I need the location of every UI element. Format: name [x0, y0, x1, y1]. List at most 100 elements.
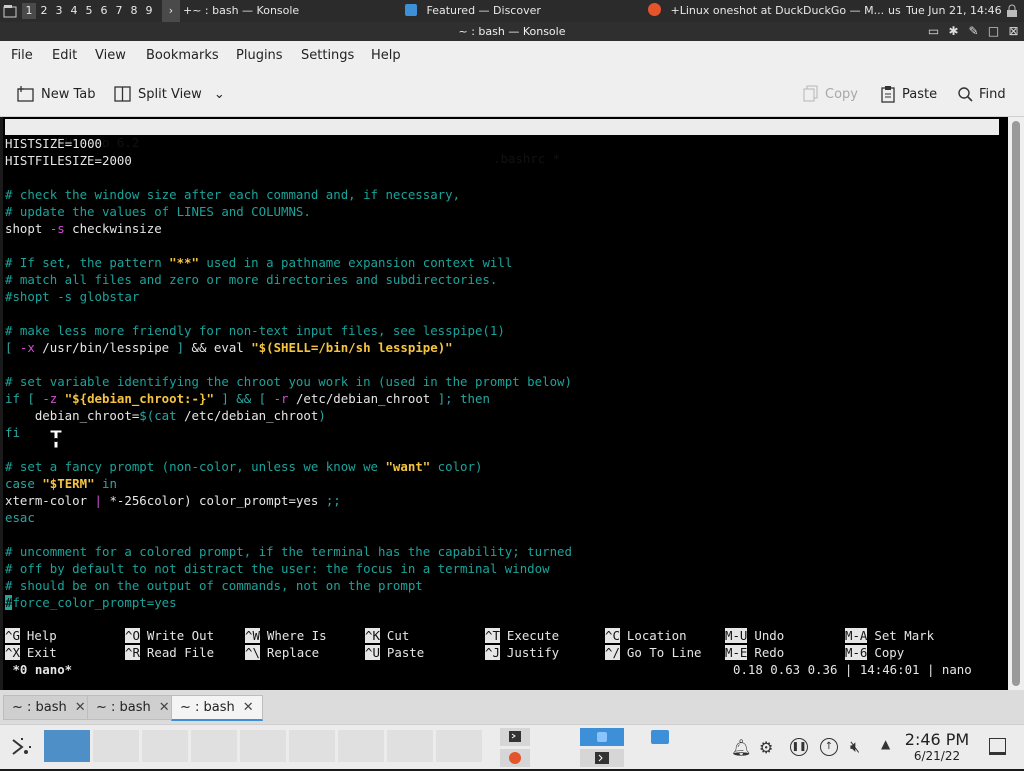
shortcut-label: Location — [626, 628, 687, 643]
task-firefox[interactable]: +Linux oneshot at DuckDuckGo — M... — [648, 0, 883, 22]
code-token: 2000 — [102, 153, 132, 168]
pager-desktop-1[interactable] — [44, 730, 90, 762]
terminal-view[interactable]: GNU nano 6.2 .bashrc * HISTSIZE=1000 HIST… — [3, 117, 1008, 690]
find-button[interactable]: Find — [957, 83, 1006, 105]
shortcut-label: Replace — [266, 645, 320, 660]
konsole-tab[interactable]: ~ : bash ✕ — [3, 695, 95, 720]
konsole-tab[interactable]: ~ : bash ✕ — [87, 695, 179, 720]
close-tab-icon[interactable]: ✕ — [243, 700, 254, 715]
pager-desktop-6[interactable] — [289, 730, 335, 762]
taskbar-clock[interactable]: 2:46 PM 6/21/22 — [900, 731, 974, 764]
shortcut-label: Help — [26, 628, 57, 643]
konsole-tab[interactable]: ~ : bash ✕ — [171, 695, 263, 721]
code-token: HISTSIZE — [5, 136, 65, 151]
code-line: #force_color_prompt=yes — [5, 594, 177, 611]
pager-desktop-5[interactable] — [240, 730, 286, 762]
lock-icon[interactable] — [1005, 0, 1023, 22]
nano-shortcut: ^O Write Out — [125, 627, 214, 644]
workspace-4[interactable]: 4 — [67, 3, 81, 19]
pager-desktop-8[interactable] — [387, 730, 433, 762]
shortcut-key: ^O — [125, 628, 140, 643]
maximize-icon[interactable]: □ — [986, 24, 1001, 39]
menu-view[interactable]: View — [95, 48, 126, 63]
settings-icon[interactable]: ✱ — [946, 24, 961, 39]
copy-label: Copy — [825, 86, 858, 102]
code-line: # match all files and zero or more direc… — [5, 271, 497, 288]
task-discover-icon[interactable] — [580, 728, 624, 746]
application-launcher-icon[interactable] — [9, 734, 35, 764]
chevron-down-icon[interactable]: ⌄ — [214, 87, 225, 102]
menu-help[interactable]: Help — [371, 48, 401, 63]
workspace-7[interactable]: 7 — [112, 3, 126, 19]
pager-desktop-2[interactable] — [93, 730, 139, 762]
code-token: ) color_prompt — [184, 493, 289, 508]
code-token: -s — [49, 221, 65, 236]
code-token: force_color_prompt=yes — [12, 595, 177, 610]
shortcut-key: ^J — [485, 645, 500, 660]
keep-below-icon[interactable]: ▭ — [926, 24, 941, 39]
pin-icon[interactable]: ✎ — [966, 24, 981, 39]
notifications-icon[interactable]: 🔔︎ — [731, 738, 751, 757]
workspace-8[interactable]: 8 — [127, 3, 141, 19]
menu-file[interactable]: File — [11, 48, 33, 63]
pager-desktop-4[interactable] — [191, 730, 237, 762]
window-title: ~ : bash — Konsole — [458, 25, 566, 38]
code-line: # off by default to not distract the use… — [5, 560, 550, 577]
workspace-1[interactable]: 1 — [22, 3, 36, 19]
chevron-right-icon[interactable]: › — [162, 0, 180, 22]
pager-desktop-3[interactable] — [142, 730, 188, 762]
shortcut-label: Where Is — [266, 628, 327, 643]
volume-muted-icon[interactable]: 🔇︎ — [850, 737, 860, 757]
dolphin-icon[interactable] — [651, 730, 669, 744]
keyboard-layout[interactable]: us — [888, 0, 901, 22]
shortcut-key: ^T — [485, 628, 500, 643]
code-token: -r — [273, 391, 289, 406]
close-tab-icon[interactable]: ✕ — [159, 700, 170, 715]
tray-expand-icon[interactable]: ▲ — [881, 737, 890, 751]
split-view-button[interactable]: Split View ⌄ — [114, 83, 225, 105]
paste-button[interactable]: Paste — [880, 83, 937, 105]
menu-icon[interactable] — [3, 0, 21, 22]
task-terminal-icon[interactable] — [580, 749, 624, 767]
task-konsole-icon[interactable] — [500, 728, 530, 746]
tmux-status-right: 0.18 0.63 0.36 | 14:46:01 | nano — [733, 662, 972, 677]
task-discover[interactable]: Featured — Discover — [405, 0, 635, 22]
pager-desktop-9[interactable] — [436, 730, 482, 762]
workspace-3[interactable]: 3 — [52, 3, 66, 19]
workspace-6[interactable]: 6 — [97, 3, 111, 19]
workspace-9[interactable]: 9 — [142, 3, 156, 19]
show-desktop-icon[interactable] — [989, 738, 1006, 755]
nano-shortcut: M-A Set Mark — [845, 627, 934, 644]
workspace-5[interactable]: 5 — [82, 3, 96, 19]
code-token: # set variable identifying the chroot yo… — [5, 374, 572, 389]
toolbar: New Tab Split View ⌄ Copy Paste Find — [0, 71, 1024, 117]
split-view-label: Split View — [138, 86, 202, 102]
new-tab-label: New Tab — [41, 86, 96, 102]
network-icon[interactable]: ⚙ — [759, 738, 773, 757]
task-firefox-icon[interactable] — [500, 749, 530, 767]
shortcut-label: Redo — [754, 645, 785, 660]
nano-shortcut: ^J Justify — [485, 644, 559, 661]
code-token: "$TERM" — [42, 476, 95, 491]
media-pause-icon[interactable]: ❚❚ — [790, 738, 808, 756]
copy-button[interactable]: Copy — [803, 83, 858, 105]
window-titlebar[interactable]: ~ : bash — Konsole ▭ ✱ ✎ □ ⊠ — [0, 22, 1024, 41]
new-tab-button[interactable]: New Tab — [17, 83, 96, 105]
terminal-scrollbar[interactable] — [1008, 117, 1024, 690]
task-konsole[interactable]: +~ : bash — Konsole — [183, 0, 393, 22]
workspace-2[interactable]: 2 — [37, 3, 51, 19]
taskbar: 🔔︎ ⚙ ❚❚ ↑ 🔇︎ ▲ 2:46 PM 6/21/22 — [0, 724, 1024, 769]
panel-datetime[interactable]: Tue Jun 21, 14:46 — [906, 0, 1002, 22]
updates-icon[interactable]: ↑ — [820, 738, 838, 756]
menu-bookmarks[interactable]: Bookmarks — [146, 48, 219, 63]
menu-edit[interactable]: Edit — [52, 48, 77, 63]
nano-shortcut: M-U Undo — [725, 627, 784, 644]
menu-plugins[interactable]: Plugins — [236, 48, 283, 63]
close-icon[interactable]: ⊠ — [1006, 24, 1021, 39]
pager-desktop-7[interactable] — [338, 730, 384, 762]
close-tab-icon[interactable]: ✕ — [75, 700, 86, 715]
code-token: # uncomment for a colored prompt, if the… — [5, 544, 572, 559]
scrollbar-thumb[interactable] — [1012, 121, 1020, 686]
menu-settings[interactable]: Settings — [301, 48, 354, 63]
code-token: $( — [139, 408, 155, 423]
